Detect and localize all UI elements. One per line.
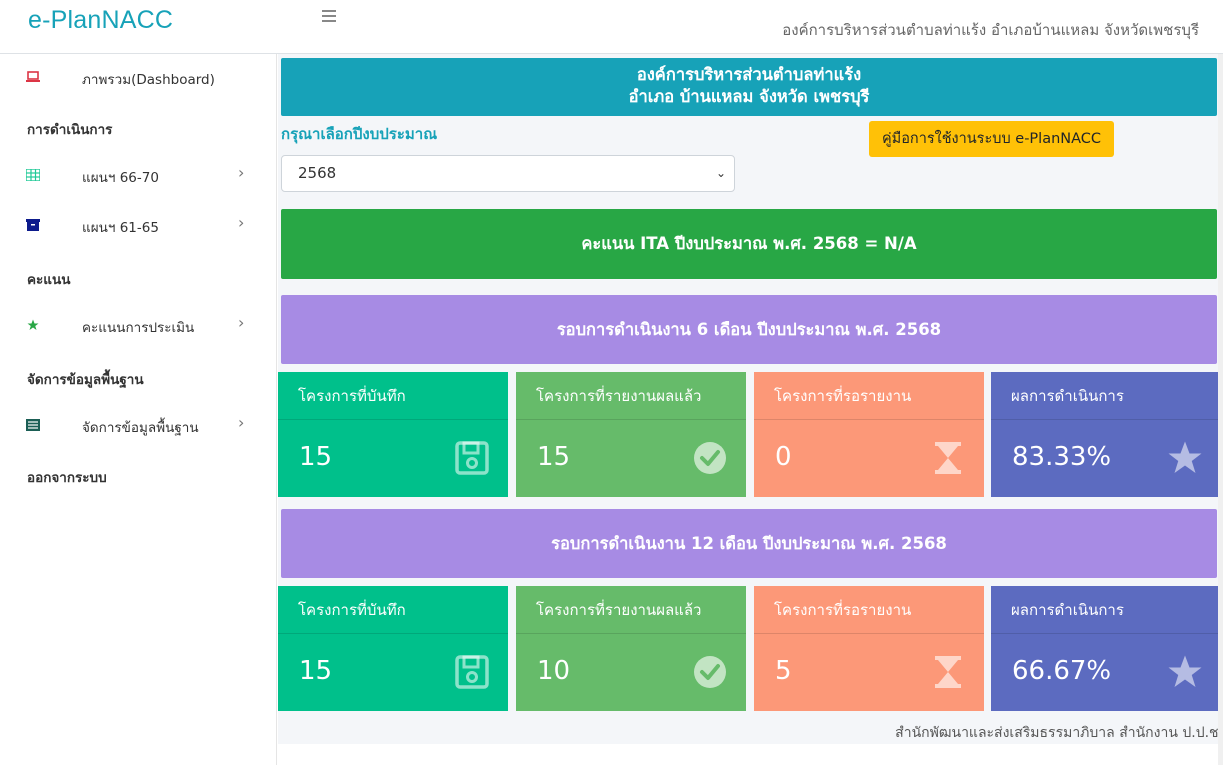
sidebar-section-operations: การดำเนินการ [27, 122, 113, 138]
list-icon [26, 419, 40, 431]
card-title: ผลการดำเนินการ [991, 586, 1221, 634]
sidebar-item-label: ภาพรวม(Dashboard) [82, 72, 215, 88]
sidebar-item-dashboard[interactable]: ภาพรวม(Dashboard) [0, 58, 277, 98]
card-value: 83.33% [1012, 442, 1112, 472]
star-icon [26, 319, 40, 331]
check-circle-icon [692, 440, 728, 476]
round-12-banner: รอบการดำเนินงาน 12 เดือน ปีงบประมาณ พ.ศ.… [281, 509, 1217, 578]
card-round12-result[interactable]: ผลการดำเนินการ 66.67% [991, 586, 1221, 711]
archive-icon [26, 219, 40, 231]
card-title: ผลการดำเนินการ [991, 372, 1221, 420]
card-value: 5 [775, 656, 792, 686]
sidebar: ภาพรวม(Dashboard) การดำเนินการ แผนฯ 66-7… [0, 54, 277, 765]
top-navbar: e-PlanNACC องค์การบริหารส่วนตำบลท่าแร้ง … [0, 0, 1223, 54]
floppy-disk-icon [454, 440, 490, 476]
org-banner-line2: อำเภอ บ้านแหลม จังหวัด เพชรบุรี [628, 87, 870, 106]
card-title: โครงการที่รอรายงาน [754, 372, 984, 420]
sidebar-item-label: จัดการข้อมูลพื้นฐาน [82, 420, 199, 436]
sidebar-item-label: แผนฯ 61-65 [82, 220, 159, 236]
sidebar-item-eval-score[interactable]: คะแนนการประเมิน › [0, 306, 277, 346]
chevron-down-icon: ⌄ [715, 166, 726, 180]
star-icon [1167, 440, 1203, 476]
chevron-right-icon: › [238, 313, 245, 332]
sidebar-section-basic-data: จัดการข้อมูลพื้นฐาน [27, 372, 144, 388]
card-title: โครงการที่รายงานผลแล้ว [516, 372, 746, 420]
star-icon [1167, 654, 1203, 690]
chevron-right-icon: › [238, 213, 245, 232]
card-round12-pending[interactable]: โครงการที่รอรายงาน 5 [754, 586, 984, 711]
card-value: 15 [299, 442, 333, 472]
year-select-label: กรุณาเลือกปีงบประมาณ [281, 125, 438, 143]
main-content: องค์การบริหารส่วนตำบลท่าแร้ง อำเภอ บ้านแ… [278, 54, 1223, 765]
fiscal-year-select[interactable]: 2568 ⌄ [281, 155, 735, 192]
round-6-banner: รอบการดำเนินงาน 6 เดือน ปีงบประมาณ พ.ศ. … [281, 295, 1217, 364]
org-banner: องค์การบริหารส่วนตำบลท่าแร้ง อำเภอ บ้านแ… [281, 58, 1217, 116]
card-value: 10 [537, 656, 571, 686]
card-title: โครงการที่บันทึก [278, 372, 508, 420]
sidebar-item-logout[interactable]: ออกจากระบบ [27, 466, 107, 488]
floppy-disk-icon [454, 654, 490, 690]
fiscal-year-value: 2568 [298, 164, 337, 182]
card-value: 15 [537, 442, 571, 472]
page-scrollbar[interactable] [1218, 54, 1223, 765]
card-value: 66.67% [1012, 656, 1112, 686]
card-round6-result[interactable]: ผลการดำเนินการ 83.33% [991, 372, 1221, 497]
check-circle-icon [692, 654, 728, 690]
chevron-right-icon: › [238, 163, 245, 182]
sidebar-item-label: แผนฯ 66-70 [82, 170, 159, 186]
sidebar-item-label: คะแนนการประเมิน [82, 320, 195, 336]
menu-toggle-icon[interactable] [322, 10, 338, 26]
card-round12-reported[interactable]: โครงการที่รายงานผลแล้ว 10 [516, 586, 746, 711]
ita-score-banner: คะแนน ITA ปีงบประมาณ พ.ศ. 2568 = N/A [281, 209, 1217, 279]
card-title: โครงการที่บันทึก [278, 586, 508, 634]
chevron-right-icon: › [238, 413, 245, 432]
sidebar-item-plan-61-65[interactable]: แผนฯ 61-65 › [0, 206, 277, 246]
hourglass-icon [930, 654, 966, 690]
org-banner-line1: องค์การบริหารส่วนตำบลท่าแร้ง [636, 65, 862, 84]
card-round6-reported[interactable]: โครงการที่รายงานผลแล้ว 15 [516, 372, 746, 497]
card-value: 15 [299, 656, 333, 686]
sidebar-item-basic-data[interactable]: จัดการข้อมูลพื้นฐาน › [0, 406, 277, 446]
card-round12-recorded[interactable]: โครงการที่บันทึก 15 [278, 586, 508, 711]
user-manual-button[interactable]: คู่มือการใช้งานระบบ e-PlanNACC [869, 121, 1114, 157]
card-round6-pending[interactable]: โครงการที่รอรายงาน 0 [754, 372, 984, 497]
card-value: 0 [775, 442, 792, 472]
laptop-icon [26, 71, 40, 83]
sidebar-section-score: คะแนน [27, 272, 71, 288]
footer-credit: สำนักพัฒนาและส่งเสริมธรรมาภิบาล สำนักงาน… [895, 725, 1223, 741]
header-org-name: องค์การบริหารส่วนตำบลท่าแร้ง อำเภอบ้านแห… [782, 21, 1199, 39]
card-title: โครงการที่รายงานผลแล้ว [516, 586, 746, 634]
brand-logo[interactable]: e-PlanNACC [28, 6, 173, 35]
sidebar-item-plan-66-70[interactable]: แผนฯ 66-70 › [0, 156, 277, 196]
table-icon [25, 168, 41, 182]
hourglass-icon [930, 440, 966, 476]
card-round6-recorded[interactable]: โครงการที่บันทึก 15 [278, 372, 508, 497]
card-title: โครงการที่รอรายงาน [754, 586, 984, 634]
